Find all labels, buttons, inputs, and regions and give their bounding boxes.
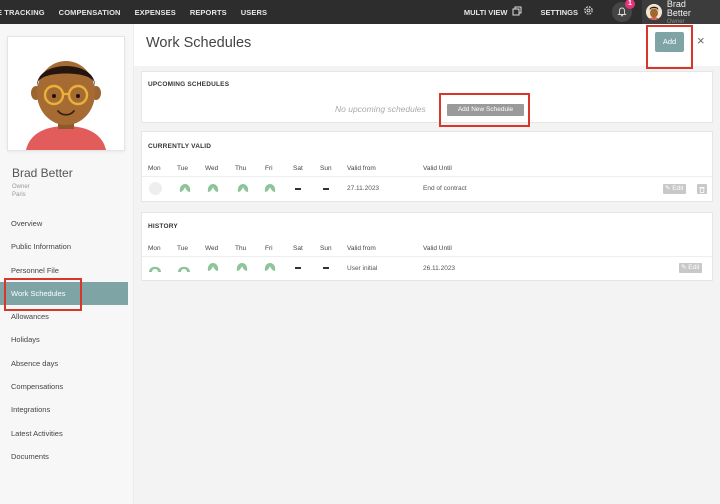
highlight-add-button (646, 25, 693, 69)
user-name-block: Brad Better Owner (667, 0, 712, 25)
profile-avatar-card (7, 36, 125, 151)
col-valid-from: Valid from (347, 165, 376, 172)
close-icon[interactable]: × (697, 34, 705, 48)
dash-icon (323, 188, 329, 190)
highlight-work-schedules (4, 278, 82, 311)
sidebar-item-overview[interactable]: Overview (0, 212, 134, 235)
col-thu: Thu (235, 165, 247, 172)
sidebar-item-latest-activities[interactable]: Latest Activities (0, 422, 134, 445)
bell-icon (617, 7, 627, 17)
edit-button[interactable]: ✎ Edit (663, 184, 687, 194)
top-bar: E TRACKING COMPENSATION EXPENSES REPORTS… (0, 0, 720, 25)
user-name: Brad Better (666, 0, 691, 18)
col-valid-from: Valid from (347, 245, 376, 252)
table-row: 27.11.2023 End of contract ✎ Edit (142, 177, 712, 201)
settings-button[interactable]: SETTINGS (540, 5, 594, 19)
user-menu[interactable]: Brad Better Owner (642, 0, 720, 25)
sun-icon (149, 266, 161, 272)
leaf-icon (207, 184, 219, 192)
leaf-icon (179, 184, 191, 192)
nav-time-tracking[interactable]: E TRACKING (0, 8, 45, 17)
col-fri: Fri (265, 245, 273, 252)
sun-icon (178, 266, 190, 272)
col-sat: Sat (293, 165, 303, 172)
upcoming-schedules-card: UPCOMING SCHEDULES No upcoming schedules… (141, 71, 713, 123)
sidebar-item-compensations[interactable]: Compensations (0, 375, 134, 398)
valid-from-value: 27.11.2023 (347, 185, 380, 192)
col-sun: Sun (320, 245, 332, 252)
highlight-add-new-schedule (439, 93, 530, 127)
profile-role: Owner (12, 184, 30, 190)
currently-valid-title: CURRENTLY VALID (148, 143, 212, 150)
col-tue: Tue (177, 165, 188, 172)
currently-valid-card: CURRENTLY VALID Mon Tue Wed Thu Fri Sat … (141, 131, 713, 202)
top-right-controls: MULTI VIEW SETTINGS 1 Brad Better Owner (464, 0, 720, 25)
pencil-icon: ✎ (681, 264, 687, 271)
profile-avatar (8, 37, 124, 150)
gear-icon (583, 5, 594, 19)
valid-until-value: 26.11.2023 (423, 265, 456, 272)
day-off-icon (149, 182, 162, 195)
table-row: User initial 26.11.2023 ✎ Edit (142, 257, 712, 280)
col-thu: Thu (235, 245, 247, 252)
profile-name: Brad Better (12, 166, 73, 180)
col-valid-until: Valid Until (423, 165, 452, 172)
multi-view-label: MULTI VIEW (463, 7, 508, 17)
nav-compensation[interactable]: COMPENSATION (59, 8, 121, 17)
multi-view-button[interactable]: MULTI VIEW (464, 6, 523, 19)
sidebar-item-documents[interactable]: Documents (0, 445, 134, 468)
col-wed: Wed (205, 245, 219, 252)
dash-icon (323, 267, 329, 269)
sidebar: Brad Better Owner Paris Overview Public … (0, 24, 134, 504)
valid-until-value: End of contract (423, 185, 467, 192)
edit-button-label: Edit (688, 264, 700, 271)
history-card: HISTORY Mon Tue Wed Thu Fri Sat Sun Vali… (141, 212, 713, 281)
dash-icon (295, 267, 301, 269)
notifications-button[interactable]: 1 (612, 0, 635, 22)
page-title: Work Schedules (146, 35, 252, 51)
leaf-icon (264, 184, 276, 192)
col-fri: Fri (265, 165, 273, 172)
leaf-icon (207, 263, 219, 271)
valid-from-value: User initial (347, 265, 378, 272)
dash-icon (295, 188, 301, 190)
page-header: Work Schedules Add × (134, 24, 720, 66)
col-sat: Sat (293, 245, 303, 252)
sidebar-item-integrations[interactable]: Integrations (0, 398, 134, 421)
col-mon: Mon (148, 245, 161, 252)
col-tue: Tue (177, 245, 188, 252)
edit-button[interactable]: ✎ Edit (679, 263, 703, 273)
col-mon: Mon (148, 165, 161, 172)
profile-city: Paris (12, 192, 26, 198)
top-nav: E TRACKING COMPENSATION EXPENSES REPORTS… (0, 0, 281, 24)
upcoming-schedules-title: UPCOMING SCHEDULES (148, 81, 230, 88)
sidebar-menu: Overview Public Information Personnel Fi… (0, 212, 134, 468)
history-title: HISTORY (148, 223, 178, 230)
col-valid-until: Valid Until (423, 245, 452, 252)
sidebar-item-holidays[interactable]: Holidays (0, 328, 134, 351)
copy-icon (512, 6, 522, 19)
empty-state-text: No upcoming schedules (335, 104, 426, 114)
leaf-icon (237, 184, 249, 192)
nav-users[interactable]: USERS (241, 8, 267, 17)
nav-expenses[interactable]: EXPENSES (135, 8, 176, 17)
leaf-icon (236, 263, 248, 271)
nav-reports[interactable]: REPORTS (190, 8, 227, 17)
col-wed: Wed (205, 165, 219, 172)
pencil-icon: ✎ (665, 185, 671, 192)
avatar (646, 4, 662, 20)
delete-button[interactable] (697, 184, 707, 194)
trash-icon (699, 186, 705, 193)
sidebar-item-public-information[interactable]: Public Information (0, 235, 134, 258)
col-sun: Sun (320, 165, 332, 172)
notification-badge: 1 (625, 0, 635, 9)
settings-label: SETTINGS (540, 7, 578, 17)
leaf-icon (264, 263, 276, 271)
sidebar-item-absence-days[interactable]: Absence days (0, 352, 134, 375)
edit-button-label: Edit (672, 185, 684, 192)
